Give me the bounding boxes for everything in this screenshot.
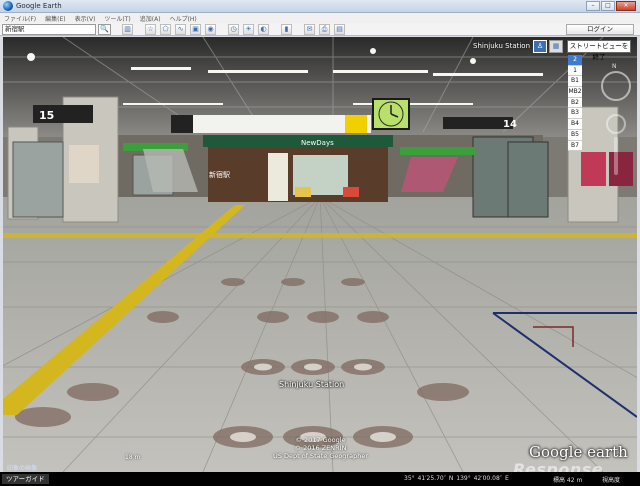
search-input[interactable]: 新宿駅	[2, 24, 96, 35]
menu-add[interactable]: 追加(A)	[140, 14, 161, 23]
signin-button[interactable]: ログイン	[566, 24, 634, 35]
planets-icon[interactable]: ◐	[258, 24, 269, 35]
menu-help[interactable]: ヘルプ(H)	[170, 14, 197, 23]
scale-label: 18 m	[125, 454, 141, 461]
photo-icon[interactable]: ▦	[549, 40, 563, 53]
eye-altitude: 視高度	[602, 477, 621, 484]
overlay-label: 印象の画像	[7, 465, 38, 472]
floor-1[interactable]: 1	[568, 65, 582, 77]
path-icon[interactable]: ∿	[175, 24, 186, 35]
sun-icon[interactable]: ☀	[243, 24, 254, 35]
move-control-icon[interactable]	[606, 114, 626, 134]
station-sign: 新宿駅	[209, 170, 230, 179]
maximize-button[interactable]: □	[601, 1, 615, 11]
floor-b3[interactable]: B3	[568, 108, 582, 120]
coordinates: 35° 41′25.70″ N 139° 42′00.08″ E	[404, 475, 509, 482]
street-view[interactable]: NewDays 新宿駅 15 14 Shinjuku Station ♙ ▦ ス…	[3, 37, 637, 472]
floor-b7[interactable]: B7	[568, 140, 582, 152]
zoom-slider[interactable]	[614, 137, 618, 175]
floor-b2[interactable]: B2	[568, 97, 582, 109]
response-watermark: Response.	[513, 460, 610, 472]
tour-icon[interactable]: ◉	[205, 24, 216, 35]
north-indicator: N	[612, 63, 617, 70]
close-button[interactable]: ✕	[616, 1, 636, 11]
email-icon[interactable]: ✉	[304, 24, 315, 35]
google-earth-logo: Google earth	[529, 443, 628, 461]
ruler-icon[interactable]: ▮	[281, 24, 292, 35]
search-icon[interactable]: 🔍	[98, 24, 111, 35]
floor-b5[interactable]: B5	[568, 129, 582, 141]
floor-selector: 2 1 B1 MB2 B2 B3 B4 B5 B7	[568, 55, 582, 152]
window-title: Google Earth	[16, 2, 62, 10]
platform-15-sign: 15	[39, 109, 54, 122]
minimize-button[interactable]: –	[586, 1, 600, 11]
toolbar: 新宿駅 🔍 ▥ ☆ ⬠ ∿ ▣ ◉ ◷ ☀ ◐ ▮ ✉ ⎙ ▤ ログイン	[0, 23, 640, 36]
menu-bar: ファイル(F) 編集(E) 表示(V) ツール(T) 追加(A) ヘルプ(H)	[0, 13, 640, 23]
save-image-icon[interactable]: ▤	[334, 24, 345, 35]
polygon-icon[interactable]: ⬠	[160, 24, 171, 35]
station-concourse-scene: NewDays 新宿駅 15 14	[3, 37, 637, 472]
menu-tools[interactable]: ツール(T)	[104, 14, 130, 23]
floor-mb2[interactable]: MB2	[568, 87, 582, 98]
floor-b4[interactable]: B4	[568, 119, 582, 130]
sidebar-icon[interactable]: ▥	[122, 24, 133, 35]
google-earth-icon	[3, 1, 13, 11]
placemark-icon[interactable]: ☆	[145, 24, 156, 35]
pegman-icon[interactable]: ♙	[533, 40, 547, 53]
menu-edit[interactable]: 編集(E)	[45, 14, 65, 23]
elevation: 標高 42 m	[553, 477, 583, 484]
print-icon[interactable]: ⎙	[319, 24, 330, 35]
floor-2[interactable]: 2	[568, 55, 582, 66]
exit-streetview-button[interactable]: ストリートビューを終了	[567, 40, 631, 61]
floor-b1[interactable]: B1	[568, 76, 582, 88]
copyright-google: © 2017 Google	[295, 436, 346, 444]
status-bar: ツアーガイド 35° 41′25.70″ N 139° 42′00.08″ E …	[0, 472, 640, 486]
kiosk-sign: NewDays	[301, 139, 334, 147]
menu-file[interactable]: ファイル(F)	[4, 14, 36, 23]
tour-guide-button[interactable]: ツアーガイド	[2, 474, 49, 484]
station-label-top: Shinjuku Station	[473, 42, 531, 50]
overlay-icon[interactable]: ▣	[190, 24, 201, 35]
menu-view[interactable]: 表示(V)	[75, 14, 96, 23]
station-label-mid: Shinjuku Station	[279, 380, 345, 389]
copyright-geographer: US Dept of State Geographer	[273, 452, 369, 460]
copyright: © 2017 Google © 2016 ZENRIN US Dept of S…	[273, 436, 368, 460]
look-control-icon[interactable]	[601, 71, 631, 101]
platform-14-sign: 14	[503, 119, 517, 130]
copyright-zenrin: © 2016 ZENRIN	[294, 444, 347, 452]
title-bar: Google Earth – □ ✕	[0, 0, 640, 13]
history-icon[interactable]: ◷	[228, 24, 239, 35]
